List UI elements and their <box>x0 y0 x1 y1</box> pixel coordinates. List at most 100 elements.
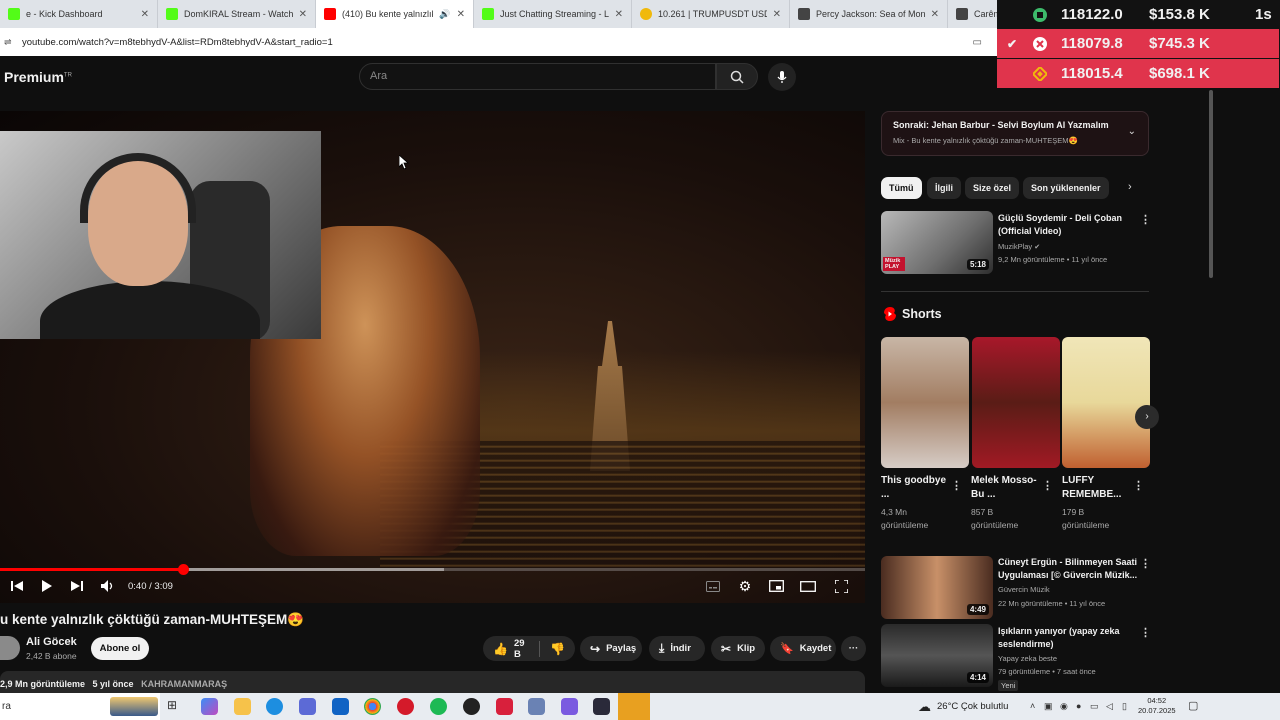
save-button[interactable]: 🔖 Kaydet <box>770 636 836 661</box>
close-icon[interactable]: ✕ <box>773 9 781 20</box>
miniplayer-button[interactable] <box>767 577 785 595</box>
browser-tab[interactable]: 10.261 | TRUMPUSDT USD⊙-M✕ <box>632 0 790 28</box>
opera-icon[interactable] <box>397 698 414 715</box>
settings-button[interactable]: ⚙ <box>736 577 754 595</box>
browser-tab[interactable]: Just Chatting Streaming - Live ✕ <box>474 0 632 28</box>
more-vertical-icon[interactable]: ⋮ <box>1140 213 1151 226</box>
outlook-icon[interactable] <box>332 698 349 715</box>
short-thumbnail[interactable] <box>1062 337 1150 468</box>
related-channel[interactable]: Yapay zeka beste <box>998 654 1057 663</box>
scrollbar-thumb[interactable] <box>1209 90 1213 278</box>
fullscreen-button[interactable] <box>832 577 850 595</box>
up-next-panel[interactable]: Sonraki: Jehan Barbur - Selvi Boylum Al … <box>881 111 1149 156</box>
more-vertical-icon[interactable]: ⋮ <box>1133 479 1144 492</box>
seek-bar[interactable] <box>0 564 865 575</box>
related-video-title[interactable]: Işıkların yanıyor (yapay zeka seslendirm… <box>998 625 1138 651</box>
browser-tab[interactable]: DomKIRAL Stream - Watch Live✕ <box>158 0 316 28</box>
channel-avatar[interactable] <box>0 636 20 660</box>
chevron-down-icon[interactable]: ⌄ <box>1128 126 1136 137</box>
subscribe-button[interactable]: Abone ol <box>91 637 149 660</box>
chip-related[interactable]: İlgili <box>927 177 961 199</box>
play-button[interactable] <box>38 577 56 595</box>
shorts-next-button[interactable]: › <box>1135 405 1159 429</box>
microphone-icon[interactable]: ● <box>1076 701 1081 711</box>
chevron-up-icon[interactable]: ˄ <box>1030 701 1035 711</box>
taskbar-active-app[interactable] <box>618 693 650 720</box>
video-thumbnail[interactable]: Müzik PLAY 5:18 <box>881 211 993 274</box>
theater-mode-button[interactable] <box>799 577 817 595</box>
taskbar-clock[interactable]: 04:52 20.07.2025 <box>1138 696 1176 716</box>
browser-tab[interactable]: Percy Jackson: Sea of Monsters✕ <box>790 0 948 28</box>
site-info-icon[interactable]: ⇌ <box>4 37 12 48</box>
close-icon[interactable]: ✕ <box>141 9 149 20</box>
spotify-icon[interactable] <box>430 698 447 715</box>
volume-button[interactable] <box>99 577 117 595</box>
next-button[interactable] <box>68 577 86 595</box>
short-title[interactable]: This goodbye ... <box>881 474 949 502</box>
task-view-icon[interactable]: ⊞ <box>167 698 184 715</box>
close-icon[interactable]: ✕ <box>299 9 307 20</box>
more-vertical-icon[interactable]: ⋮ <box>951 479 962 492</box>
previous-button[interactable] <box>8 577 26 595</box>
hashtag[interactable]: KAHRAMANMARAŞ <box>141 679 227 689</box>
channel-name[interactable]: Ali Göcek <box>26 636 77 648</box>
chevron-right-icon[interactable]: › <box>1128 181 1132 193</box>
weather-widget[interactable]: ☁ 26°C Çok bulutlu <box>918 693 1008 720</box>
tray-icon[interactable]: ◉ <box>1060 701 1068 712</box>
close-icon[interactable]: ✕ <box>931 9 939 20</box>
speaker-icon[interactable]: 🔊 <box>439 9 450 20</box>
taskbar-search[interactable]: ra <box>0 693 160 720</box>
chip-for-you[interactable]: Size özel <box>965 177 1020 199</box>
short-thumbnail[interactable] <box>881 337 969 468</box>
volume-icon[interactable]: ◁ <box>1106 701 1113 712</box>
address-bar[interactable]: ⇌ youtube.com/watch?v=m8tebhydV-A&list=R… <box>0 28 1000 56</box>
related-channel[interactable]: MuzikPlay ✔ <box>998 242 1040 251</box>
like-button[interactable]: 👍 29 B <box>493 638 529 660</box>
tray-icon[interactable]: ▣ <box>1044 701 1053 712</box>
related-channel[interactable]: Güvercin Müzik <box>998 585 1050 594</box>
related-video-title[interactable]: Güçlü Soydemir - Deli Çoban (Official Vi… <box>998 212 1138 238</box>
more-vertical-icon[interactable]: ⋮ <box>1042 479 1053 492</box>
app-icon[interactable] <box>496 698 513 715</box>
download-button[interactable]: ⤓ İndir <box>649 636 705 661</box>
obs-icon[interactable] <box>463 698 480 715</box>
subtitles-button[interactable] <box>704 577 722 595</box>
store-icon[interactable] <box>299 698 316 715</box>
close-icon[interactable]: ✕ <box>457 9 465 20</box>
share-button[interactable]: ↪ Paylaş <box>580 636 642 661</box>
more-actions-button[interactable]: ··· <box>841 636 866 661</box>
chip-all[interactable]: Tümü <box>881 177 922 199</box>
browser-tab-active[interactable]: (410) Bu kente yalnızlık çöktü🔊✕ <box>316 0 474 28</box>
short-thumbnail[interactable] <box>972 337 1060 468</box>
clip-button[interactable]: ✂ Klip <box>711 636 765 661</box>
chip-recent[interactable]: Son yüklenenler <box>1023 177 1109 199</box>
more-vertical-icon[interactable]: ⋮ <box>1140 557 1151 570</box>
voice-search-button[interactable] <box>768 63 796 91</box>
binance-icon <box>1033 66 1047 81</box>
app-icon[interactable] <box>528 698 545 715</box>
search-input[interactable]: Ara <box>359 63 716 90</box>
discord-icon[interactable] <box>561 698 578 715</box>
league-icon[interactable] <box>593 698 610 715</box>
file-explorer-icon[interactable] <box>234 698 251 715</box>
cast-icon[interactable]: ▭ <box>973 37 982 48</box>
network-icon[interactable]: ▭ <box>1090 701 1099 712</box>
more-vertical-icon[interactable]: ⋮ <box>1140 626 1151 639</box>
edge-icon[interactable] <box>266 698 283 715</box>
video-thumbnail[interactable]: 4:14 <box>881 624 993 687</box>
related-video-title[interactable]: Cüneyt Ergün - Bilinmeyen Saati Uygulama… <box>998 556 1138 582</box>
battery-icon[interactable]: ▯ <box>1122 701 1127 712</box>
notification-icon[interactable]: ▢ <box>1188 699 1198 712</box>
url-text[interactable]: youtube.com/watch?v=m8tebhydV-A&list=RDm… <box>22 37 333 48</box>
video-thumbnail[interactable]: 4:49 <box>881 556 993 619</box>
browser-tab[interactable]: e - Kick Dashboard ✕ <box>0 0 158 28</box>
copilot-icon[interactable] <box>201 698 218 715</box>
chrome-icon[interactable] <box>364 698 381 715</box>
like-dislike-group: 👍 29 B 👎 <box>483 636 575 661</box>
short-title[interactable]: LUFFY REMEMBE... <box>1062 474 1130 502</box>
short-title[interactable]: Melek Mosso-Bu ... <box>971 474 1039 502</box>
close-icon[interactable]: ✕ <box>615 9 623 20</box>
youtube-premium-logo[interactable]: PremiumTR <box>4 69 72 85</box>
search-button[interactable] <box>716 63 758 90</box>
dislike-button[interactable]: 👎 <box>550 642 565 656</box>
